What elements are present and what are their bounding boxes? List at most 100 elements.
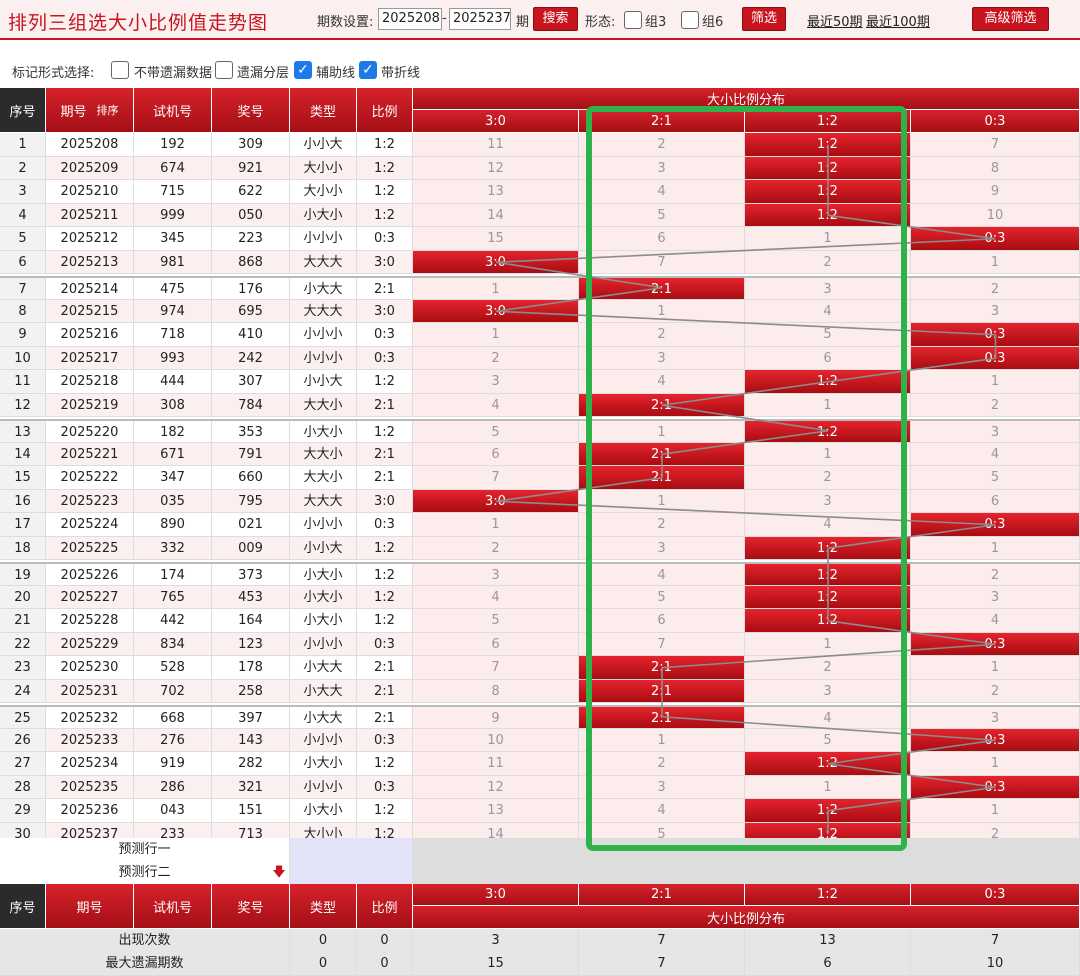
search-button[interactable]: 搜索 (533, 7, 578, 31)
dist-hit-cell: 0:3 (911, 775, 1080, 799)
recent100-link[interactable]: 最近100期 (866, 11, 930, 30)
stats-dist-3: 7 (911, 929, 1080, 953)
dist-miss-cell: 5 (413, 609, 579, 633)
trial-cell: 834 (134, 632, 212, 656)
seq-cell: 10 (0, 346, 46, 370)
seq-cell: 21 (0, 609, 46, 633)
dist-miss-cell: 13 (413, 180, 579, 204)
period-cell: 2025221 (46, 442, 134, 466)
type-cell: 大大大 (290, 250, 357, 274)
header-trial: 试机号 (134, 88, 212, 133)
dist-hit-cell: 1:2 (745, 156, 911, 180)
dist-miss-cell: 1 (911, 536, 1080, 560)
dist-hit-cell: 1:2 (745, 564, 911, 586)
dist-hit-cell: 1:2 (745, 752, 911, 776)
table-row: 5 2025212 345 223 小小小 0:3 15 6 1 0:3 (0, 227, 1080, 251)
dist-hit-cell: 1:2 (745, 133, 911, 157)
seq-cell: 16 (0, 489, 46, 513)
type-cell: 小大大 (290, 278, 357, 300)
dist-miss-cell: 4 (911, 442, 1080, 466)
filter-button[interactable]: 筛选 (742, 7, 786, 31)
dist-miss-cell: 2 (911, 564, 1080, 586)
trial-cell: 286 (134, 775, 212, 799)
down-arrow-icon[interactable]: 🡇 (268, 861, 290, 885)
period-cell: 2025214 (46, 278, 134, 300)
trial-cell: 668 (134, 707, 212, 729)
type-cell: 小大大 (290, 679, 357, 703)
seq-cell: 1 (0, 133, 46, 157)
table-row: 15 2025222 347 660 大大小 2:1 7 2:1 2 5 (0, 466, 1080, 490)
dist-miss-cell: 1 (911, 799, 1080, 823)
period-cell: 2025219 (46, 393, 134, 417)
stats-row: 出现次数 0 0 3 7 13 7 (0, 929, 1080, 953)
ratio-cell: 0:3 (357, 323, 413, 347)
ratio-cell: 1:2 (357, 180, 413, 204)
header-period[interactable]: 期号 排序 (46, 88, 134, 133)
trial-cell: 345 (134, 227, 212, 251)
table-row: 14 2025221 671 791 大大小 2:1 6 2:1 1 4 (0, 442, 1080, 466)
seq-cell: 18 (0, 536, 46, 560)
stats2-dist-1: 7 (579, 952, 745, 976)
dist-miss-cell: 5 (579, 203, 745, 227)
form-label: 形态: (585, 15, 616, 30)
advanced-filter-button[interactable]: 高级筛选 (972, 7, 1049, 31)
dist-miss-cell: 5 (413, 421, 579, 443)
prize-cell: 009 (212, 536, 290, 560)
type-cell: 小小大 (290, 133, 357, 157)
dist-miss-cell: 7 (579, 632, 745, 656)
type-cell: 小小大 (290, 536, 357, 560)
start-period-input[interactable]: 2025208 (378, 8, 442, 30)
table-row: 24 2025231 702 258 小大大 2:1 8 2:1 3 2 (0, 679, 1080, 703)
header-type: 类型 (290, 88, 357, 133)
polyline-checkbox[interactable]: ✓ (359, 61, 377, 79)
dist-col-0-3: 0:3 (911, 110, 1080, 133)
prize-cell: 921 (212, 156, 290, 180)
period-cell: 2025211 (46, 203, 134, 227)
recent50-link[interactable]: 最近50期 (807, 11, 863, 30)
type-cell: 小小小 (290, 632, 357, 656)
dist-hit-cell: 1:2 (745, 536, 911, 560)
dist-hit-cell: 2:1 (579, 466, 745, 490)
no-missing-data-checkbox[interactable] (111, 61, 129, 79)
aux-line-checkbox[interactable]: ✓ (294, 61, 312, 79)
stats2-dist-3: 10 (911, 952, 1080, 976)
period-cell: 2025210 (46, 180, 134, 204)
prize-cell: 050 (212, 203, 290, 227)
dist-miss-cell: 3 (413, 564, 579, 586)
dist-miss-cell: 6 (911, 489, 1080, 513)
type-cell: 小大大 (290, 707, 357, 729)
seq-cell: 4 (0, 203, 46, 227)
sort-toggle[interactable]: 排序 (97, 102, 119, 118)
group3-checkbox[interactable] (624, 11, 642, 29)
trial-cell: 347 (134, 466, 212, 490)
end-period-input[interactable]: 2025237 (449, 8, 511, 30)
seq-cell: 3 (0, 180, 46, 204)
dist-miss-cell: 3 (745, 679, 911, 703)
dist-miss-cell: 6 (579, 609, 745, 633)
dist-miss-cell: 2 (911, 679, 1080, 703)
dist-miss-cell: 6 (413, 442, 579, 466)
stats-row-2: 最大遗漏期数 0 0 15 7 6 10 (0, 952, 1080, 976)
seq-cell: 9 (0, 323, 46, 347)
group6-checkbox[interactable] (681, 11, 699, 29)
ratio-cell: 2:1 (357, 393, 413, 417)
type-cell: 小大小 (290, 421, 357, 443)
dist-hit-cell: 1:2 (745, 203, 911, 227)
trial-cell: 702 (134, 679, 212, 703)
prize-cell: 307 (212, 370, 290, 394)
period-cell: 2025234 (46, 752, 134, 776)
type-cell: 大大大 (290, 299, 357, 323)
table-row: 18 2025225 332 009 小小大 1:2 2 3 1:2 1 (0, 536, 1080, 560)
prize-cell: 258 (212, 679, 290, 703)
table-row: 26 2025233 276 143 小小小 0:3 10 1 5 0:3 (0, 728, 1080, 752)
dist-miss-cell: 3 (911, 299, 1080, 323)
missing-layer-checkbox[interactable] (215, 61, 233, 79)
dist-miss-cell: 1 (579, 421, 745, 443)
table-row: 3 2025210 715 622 大小小 1:2 13 4 1:2 9 (0, 180, 1080, 204)
type-cell: 小小小 (290, 775, 357, 799)
table-row: 8 2025215 974 695 大大大 3:0 3:0 1 4 3 (0, 299, 1080, 323)
type-cell: 小大小 (290, 203, 357, 227)
seq-cell: 11 (0, 370, 46, 394)
dist-miss-cell: 5 (745, 728, 911, 752)
dist-hit-cell: 0:3 (911, 227, 1080, 251)
